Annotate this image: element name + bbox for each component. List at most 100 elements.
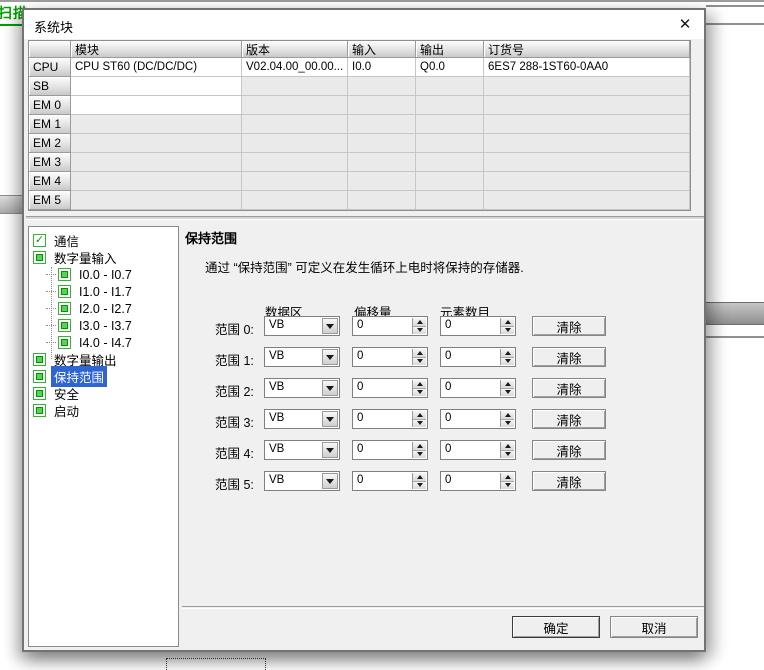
range-3-clear-button[interactable]: 清除 (532, 409, 606, 429)
range-3-count-spinner[interactable]: 0 (440, 409, 516, 429)
tree-connector-line (51, 267, 52, 359)
row-header-em2[interactable]: EM 2 (29, 134, 71, 153)
spin-up-icon[interactable] (413, 411, 426, 420)
row-header-em1[interactable]: EM 1 (29, 115, 71, 134)
range-4-label: 范围 4: (215, 443, 254, 462)
close-icon[interactable]: ✕ (674, 13, 696, 35)
green-square-icon (58, 285, 71, 298)
cancel-button[interactable]: 取消 (610, 616, 698, 638)
check-glyph: ✓ (35, 235, 44, 246)
em2-module-cell[interactable] (71, 134, 242, 153)
spin-up-icon[interactable] (501, 349, 514, 358)
panel-title: 保持范围 (185, 228, 237, 247)
spin-up-icon[interactable] (413, 349, 426, 358)
combo-value: VB (269, 319, 284, 331)
spin-up-icon[interactable] (413, 318, 426, 327)
spin-up-icon[interactable] (413, 473, 426, 482)
table-cell (484, 134, 690, 153)
row-header-em4[interactable]: EM 4 (29, 172, 71, 191)
range-row-5: 范围 5: VB 0 0 清除 (24, 471, 708, 491)
sb-module-cell[interactable] (71, 77, 242, 96)
table-cell (484, 115, 690, 134)
spin-down-icon[interactable] (501, 327, 514, 335)
chevron-down-icon[interactable] (322, 442, 338, 458)
chevron-down-icon[interactable] (322, 380, 338, 396)
range-5-offset-spinner[interactable]: 0 (352, 471, 428, 491)
row-header-em5[interactable]: EM 5 (29, 191, 71, 210)
range-1-data-area-select[interactable]: VB (264, 347, 340, 367)
table-cell (416, 134, 484, 153)
range-3-data-area-select[interactable]: VB (264, 409, 340, 429)
spin-up-icon[interactable] (501, 380, 514, 389)
range-2-count-spinner[interactable]: 0 (440, 378, 516, 398)
spin-down-icon[interactable] (501, 420, 514, 428)
range-4-data-area-select[interactable]: VB (264, 440, 340, 460)
spin-down-icon[interactable] (413, 451, 426, 459)
table-cell (348, 115, 416, 134)
spin-down-icon[interactable] (501, 451, 514, 459)
row-header-cpu[interactable]: CPU (29, 58, 71, 77)
chevron-down-icon[interactable] (322, 349, 338, 365)
tree-item-digital-inputs[interactable]: 数字量输入 (29, 249, 178, 266)
em0-module-cell[interactable] (71, 96, 242, 115)
chevron-down-icon[interactable] (322, 318, 338, 334)
range-1-offset-spinner[interactable]: 0 (352, 347, 428, 367)
spin-down-icon[interactable] (501, 358, 514, 366)
range-2-offset-spinner[interactable]: 0 (352, 378, 428, 398)
range-3-offset-spinner[interactable]: 0 (352, 409, 428, 429)
table-cell (484, 153, 690, 172)
table-cell (416, 153, 484, 172)
spin-down-icon[interactable] (413, 389, 426, 397)
row-header-em0[interactable]: EM 0 (29, 96, 71, 115)
spin-down-icon[interactable] (413, 327, 426, 335)
range-4-offset-spinner[interactable]: 0 (352, 440, 428, 460)
range-0-offset-spinner[interactable]: 0 (352, 316, 428, 336)
background-line (706, 336, 764, 338)
spinner-value: 0 (357, 443, 363, 455)
spin-up-icon[interactable] (413, 442, 426, 451)
range-4-count-spinner[interactable]: 0 (440, 440, 516, 460)
spin-down-icon[interactable] (501, 482, 514, 490)
range-5-clear-button[interactable]: 清除 (532, 471, 606, 491)
spin-up-icon[interactable] (413, 380, 426, 389)
header-cell-output[interactable]: 输出 (416, 41, 484, 58)
chevron-down-icon[interactable] (322, 473, 338, 489)
range-5-count-spinner[interactable]: 0 (440, 471, 516, 491)
spin-down-icon[interactable] (413, 358, 426, 366)
spin-down-icon[interactable] (501, 389, 514, 397)
cpu-module-cell[interactable]: CPU ST60 (DC/DC/DC) (71, 58, 242, 77)
range-0-count-spinner[interactable]: 0 (440, 316, 516, 336)
header-cell-order-number[interactable]: 订货号 (484, 41, 690, 58)
range-5-label: 范围 5: (215, 474, 254, 493)
spin-up-icon[interactable] (501, 411, 514, 420)
range-2-data-area-select[interactable]: VB (264, 378, 340, 398)
header-cell-input[interactable]: 输入 (348, 41, 416, 58)
spin-up-icon[interactable] (501, 442, 514, 451)
header-cell-version[interactable]: 版本 (242, 41, 348, 58)
range-1-clear-button[interactable]: 清除 (532, 347, 606, 367)
range-1-count-spinner[interactable]: 0 (440, 347, 516, 367)
combo-value: VB (269, 443, 284, 455)
dialog-titlebar[interactable]: 系统块 ✕ (24, 10, 704, 39)
spin-up-icon[interactable] (501, 318, 514, 327)
range-4-clear-button[interactable]: 清除 (532, 440, 606, 460)
range-3-label: 范围 3: (215, 412, 254, 431)
header-cell-module[interactable]: 模块 (71, 41, 242, 58)
row-header-sb[interactable]: SB (29, 77, 71, 96)
spin-down-icon[interactable] (413, 420, 426, 428)
spin-up-icon[interactable] (501, 473, 514, 482)
range-2-clear-button[interactable]: 清除 (532, 378, 606, 398)
table-cell (484, 77, 690, 96)
range-0-data-area-select[interactable]: VB (264, 316, 340, 336)
range-0-clear-button[interactable]: 清除 (532, 316, 606, 336)
em4-module-cell[interactable] (71, 172, 242, 191)
ok-button[interactable]: 确定 (512, 616, 600, 638)
chevron-down-icon[interactable] (322, 411, 338, 427)
em5-module-cell[interactable] (71, 191, 242, 210)
range-5-data-area-select[interactable]: VB (264, 471, 340, 491)
em1-module-cell[interactable] (71, 115, 242, 134)
em3-module-cell[interactable] (71, 153, 242, 172)
row-header-em3[interactable]: EM 3 (29, 153, 71, 172)
range-row-3: 范围 3: VB 0 0 清除 (24, 409, 708, 429)
spin-down-icon[interactable] (413, 482, 426, 490)
